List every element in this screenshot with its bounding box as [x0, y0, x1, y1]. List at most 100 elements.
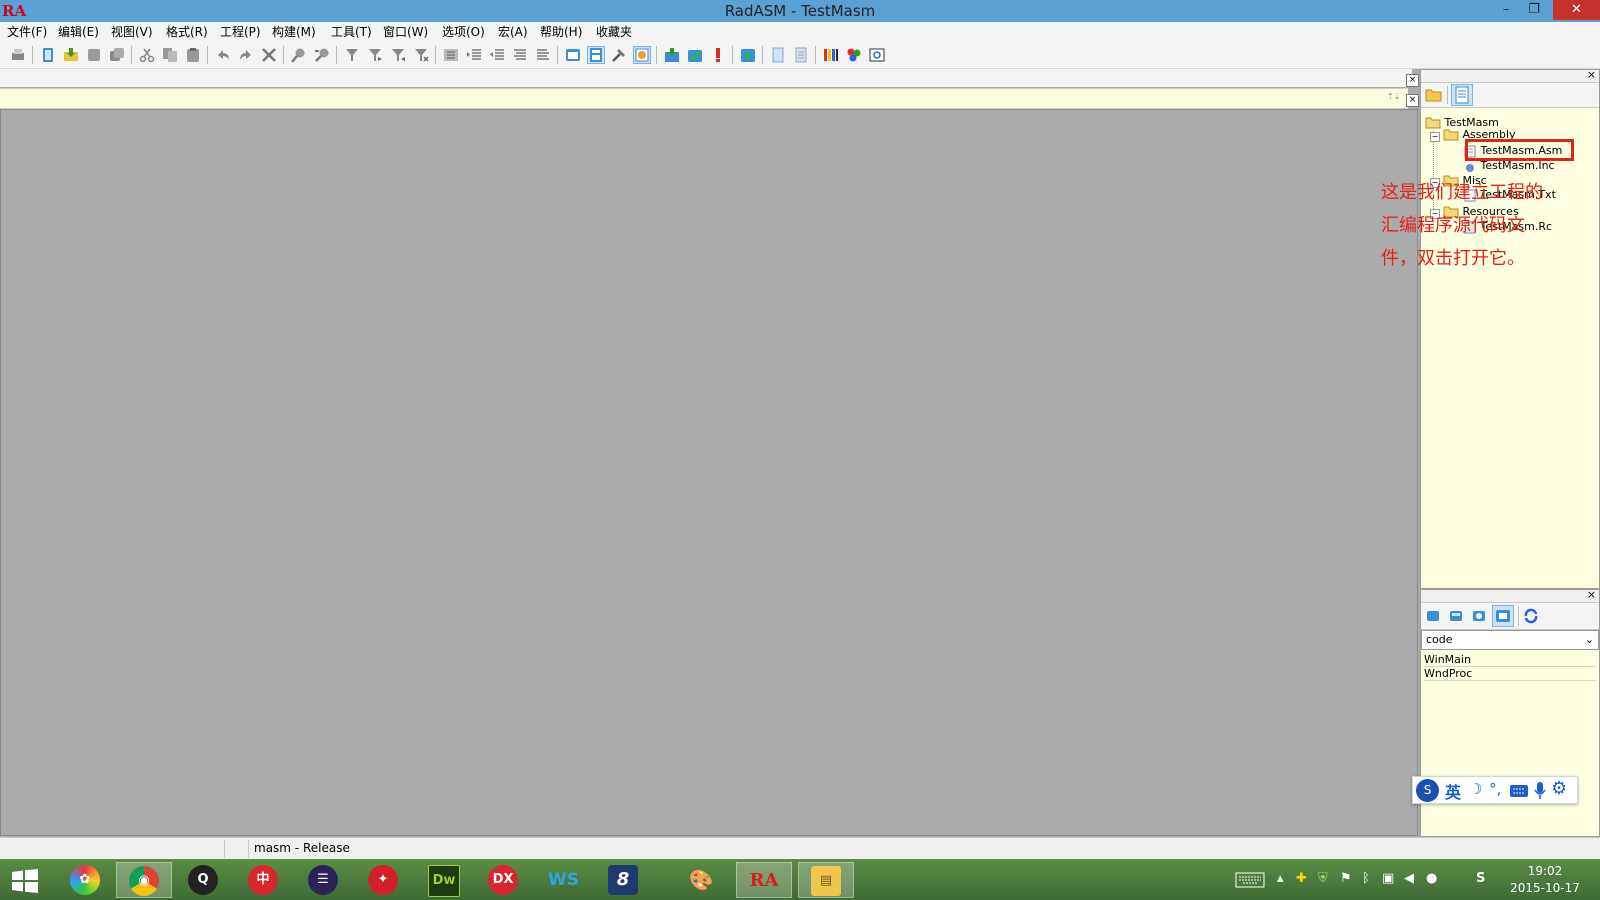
bluetooth-icon[interactable]: ᛒ: [1362, 871, 1370, 886]
punctuation-icon[interactable]: °,: [1489, 780, 1501, 798]
cut-icon[interactable]: [139, 47, 155, 63]
tools-icon[interactable]: [611, 47, 627, 63]
mdi-client-area[interactable]: [0, 109, 1418, 836]
minimize-button[interactable]: –: [1492, 0, 1520, 20]
taskbar-app-dx[interactable]: DX: [476, 862, 532, 898]
tree-file-inc[interactable]: TestMasm.Inc: [1463, 159, 1555, 173]
color-bars-icon[interactable]: [823, 47, 839, 63]
delete-icon[interactable]: [261, 47, 277, 63]
menu-edit[interactable]: 编辑(E): [58, 22, 99, 42]
clock-date[interactable]: 2015-10-17: [1505, 881, 1585, 895]
expand-toggle-icon[interactable]: −: [1430, 132, 1440, 142]
menu-options[interactable]: 选项(O): [442, 22, 485, 42]
app-logo-icon[interactable]: RA: [2, 2, 26, 20]
shield-icon[interactable]: ⛨: [1318, 871, 1328, 886]
properties-filter-select[interactable]: code ⌄: [1421, 630, 1599, 650]
chevron-down-icon[interactable]: ⌄: [1585, 631, 1594, 649]
project-window-icon[interactable]: [587, 46, 605, 64]
ime-tray-icon[interactable]: S: [1476, 871, 1485, 886]
taskbar-app-chrome[interactable]: ◉: [116, 862, 172, 898]
struct-filter-icon[interactable]: [1492, 605, 1514, 627]
network-icon[interactable]: ▣: [1382, 871, 1394, 886]
close-project-panel-icon[interactable]: ×: [1586, 69, 1597, 81]
save-icon[interactable]: [86, 47, 102, 63]
run-icon[interactable]: [740, 47, 756, 63]
bookmark-next-icon[interactable]: [367, 47, 383, 63]
proc-filter-icon[interactable]: [1425, 608, 1441, 624]
indent-icon[interactable]: [466, 47, 482, 63]
taskbar-app-qq[interactable]: Q: [176, 862, 232, 898]
assemble-icon[interactable]: [664, 47, 680, 63]
go-icon[interactable]: [710, 47, 726, 63]
keyboard-icon[interactable]: [1509, 784, 1529, 798]
redo-icon[interactable]: [238, 47, 254, 63]
settings-icon[interactable]: ⚙: [1551, 778, 1567, 799]
find-icon[interactable]: [291, 47, 307, 63]
menu-view[interactable]: 视图(V): [111, 22, 153, 42]
properties-window-icon[interactable]: [633, 46, 651, 64]
clock-time[interactable]: 19:02: [1505, 864, 1585, 878]
menu-favorites[interactable]: 收藏夹: [596, 22, 632, 42]
close-tab-strip-icon[interactable]: ×: [1406, 74, 1419, 87]
taskbar-app-paint[interactable]: 🎨: [674, 862, 730, 898]
close-info-bar-icon[interactable]: ×: [1406, 94, 1419, 107]
moon-icon[interactable]: ☽: [1469, 780, 1482, 798]
const-filter-icon[interactable]: [1448, 608, 1464, 624]
menu-build[interactable]: 构建(M): [272, 22, 316, 42]
restore-button[interactable]: ❐: [1520, 0, 1548, 20]
paste-icon[interactable]: [185, 47, 201, 63]
copy-icon[interactable]: [162, 47, 178, 63]
zoom-window-icon[interactable]: [869, 47, 885, 63]
scroll-arrows-icon[interactable]: ⇡⇣: [1387, 92, 1400, 101]
undo-icon[interactable]: [215, 47, 231, 63]
close-button[interactable]: ✕: [1553, 0, 1600, 20]
menu-project[interactable]: 工程(P): [220, 22, 261, 42]
menu-format[interactable]: 格式(R): [166, 22, 208, 42]
menu-tools[interactable]: 工具(T): [331, 22, 372, 42]
bookmark-prev-icon[interactable]: [390, 47, 406, 63]
properties-list-item[interactable]: WndProc: [1424, 667, 1596, 681]
security-plus-icon[interactable]: ✚: [1296, 871, 1307, 886]
taskbar-app-explorer[interactable]: ▤: [798, 862, 854, 898]
ime-logo-icon[interactable]: S: [1416, 779, 1439, 802]
volume-muted-icon[interactable]: ◀: [1404, 871, 1414, 886]
taskbar-app-dreamweaver[interactable]: Dw: [416, 862, 472, 898]
replace-icon[interactable]: [314, 47, 330, 63]
show-hidden-icons-icon[interactable]: ▴: [1277, 871, 1284, 886]
save-all-icon[interactable]: [109, 47, 125, 63]
taskbar-app-eclipse[interactable]: ☰: [296, 862, 352, 898]
taskbar-app-bank[interactable]: 中: [236, 862, 292, 898]
refresh-icon[interactable]: [1523, 608, 1539, 624]
close-properties-panel-icon[interactable]: ×: [1586, 589, 1597, 601]
new-file-icon[interactable]: [40, 47, 56, 63]
ime-mode-toggle[interactable]: 英: [1445, 779, 1461, 803]
dialog-icon[interactable]: [793, 47, 809, 63]
uncomment-icon[interactable]: [535, 47, 551, 63]
open-file-icon[interactable]: [63, 47, 79, 63]
flag-icon[interactable]: ⚑: [1340, 871, 1352, 886]
menu-file[interactable]: 文件(F): [7, 22, 47, 42]
comment-icon[interactable]: [512, 47, 528, 63]
bookmark-icon[interactable]: [344, 47, 360, 63]
file-view-icon[interactable]: [1451, 84, 1473, 106]
data-filter-icon[interactable]: [1471, 608, 1487, 624]
menu-help[interactable]: 帮助(H): [540, 22, 582, 42]
taskbar-app-radasm[interactable]: RA: [736, 862, 792, 898]
properties-list-item[interactable]: WinMain: [1424, 653, 1596, 667]
taskbar-app-ws[interactable]: WS: [536, 862, 592, 898]
mic-icon[interactable]: [1533, 781, 1547, 801]
folder-view-icon[interactable]: [1425, 87, 1442, 102]
output-window-icon[interactable]: [565, 47, 581, 63]
print-icon[interactable]: [10, 47, 26, 63]
rgb-icon[interactable]: [846, 47, 862, 63]
indent-block-icon[interactable]: [443, 47, 459, 63]
start-button[interactable]: [0, 862, 56, 898]
document-icon[interactable]: [770, 47, 786, 63]
taskbar-app-pinwheel[interactable]: ✿: [58, 862, 114, 898]
menu-window[interactable]: 窗口(W): [383, 22, 428, 42]
keyboard-tray-icon[interactable]: [1235, 872, 1265, 888]
taskbar-app-sword[interactable]: ✦: [356, 862, 412, 898]
wechat-icon[interactable]: ●: [1426, 871, 1437, 886]
build-icon[interactable]: [687, 47, 703, 63]
bookmark-clear-icon[interactable]: [413, 47, 429, 63]
